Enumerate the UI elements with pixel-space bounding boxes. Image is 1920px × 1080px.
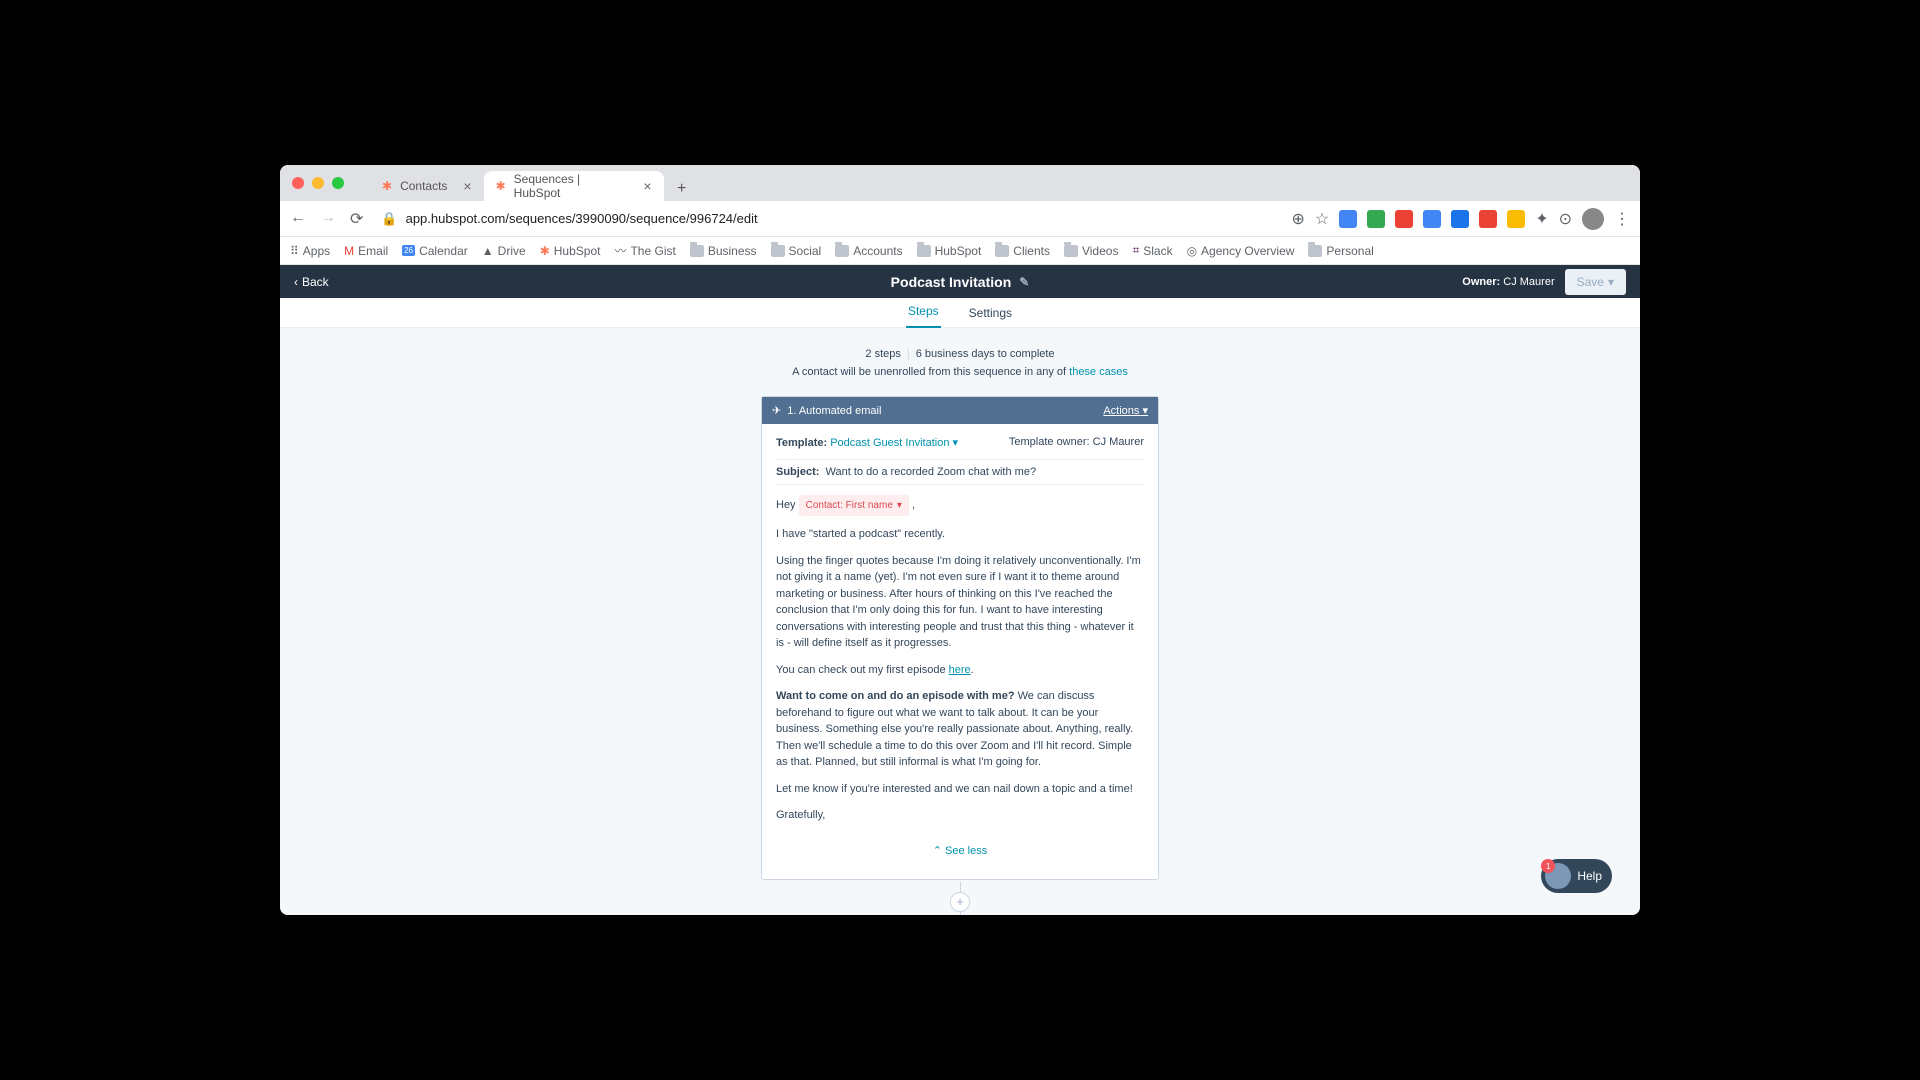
see-less-toggle[interactable]: ⌃ See less xyxy=(776,834,1144,867)
folder-icon xyxy=(690,245,704,257)
bookmark-slack[interactable]: ⌗Slack xyxy=(1132,243,1172,258)
help-label: Help xyxy=(1577,869,1602,883)
pencil-icon[interactable]: ✎ xyxy=(1019,275,1029,289)
browser-menu-icon[interactable]: ⋮ xyxy=(1614,209,1630,229)
extension-icon[interactable] xyxy=(1339,210,1357,228)
browser-tab-contacts[interactable]: ✱ Contacts × xyxy=(370,171,484,201)
folder-icon xyxy=(1064,245,1078,257)
tab-close-icon[interactable]: × xyxy=(463,178,471,194)
bookmark-email[interactable]: MEmail xyxy=(344,244,388,258)
hubspot-icon: ✱ xyxy=(496,179,506,193)
sequence-summary: 2 steps|6 business days to complete xyxy=(761,348,1159,360)
hubspot-icon: ✱ xyxy=(382,179,392,193)
bookmark-hubspot-2[interactable]: HubSpot xyxy=(917,244,982,258)
add-step-button[interactable]: + xyxy=(950,892,970,912)
profile-avatar[interactable] xyxy=(1582,208,1604,230)
folder-icon xyxy=(995,245,1009,257)
extension-icon[interactable] xyxy=(1395,210,1413,228)
tab-close-icon[interactable]: × xyxy=(643,178,651,194)
bookmark-social[interactable]: Social xyxy=(771,244,822,258)
window-titlebar: ✱ Contacts × ✱ Sequences | HubSpot × + xyxy=(280,165,1640,201)
extension-icon[interactable] xyxy=(1507,210,1525,228)
save-button[interactable]: Save ▾ xyxy=(1565,269,1626,295)
tab-settings[interactable]: Settings xyxy=(967,298,1014,328)
traffic-lights xyxy=(292,177,344,189)
bookmark-gist[interactable]: 〰The Gist xyxy=(614,242,675,259)
lock-icon: 🔒 xyxy=(381,211,397,227)
address-bar: ← → ⟳ 🔒 app.hubspot.com/sequences/399009… xyxy=(280,201,1640,237)
chevron-down-icon: ▾ xyxy=(1608,275,1614,289)
owner-display: Owner: CJ Maurer xyxy=(1462,276,1554,288)
unenroll-cases-link[interactable]: these cases xyxy=(1069,366,1128,378)
tab-title: Sequences | HubSpot xyxy=(514,172,628,200)
template-picker[interactable]: Podcast Guest Invitation ▾ xyxy=(830,437,958,449)
bookmark-hubspot[interactable]: ✱HubSpot xyxy=(540,244,601,258)
zoom-icon[interactable]: ⊕ xyxy=(1291,209,1304,229)
minimize-window-button[interactable] xyxy=(312,177,324,189)
episode-link[interactable]: here xyxy=(949,664,971,676)
extensions-puzzle-icon[interactable]: ✦ xyxy=(1535,209,1548,229)
content-area: 2 steps|6 business days to complete A co… xyxy=(280,328,1640,915)
bookmark-business[interactable]: Business xyxy=(690,244,757,258)
bookmark-calendar[interactable]: 26Calendar xyxy=(402,244,468,258)
extension-icon[interactable] xyxy=(1367,210,1385,228)
notification-badge: 1 xyxy=(1541,859,1555,873)
step-1-title: 1. Automated email xyxy=(787,405,881,417)
nav-forward-icon[interactable]: → xyxy=(320,209,336,229)
folder-icon xyxy=(1308,245,1322,257)
maximize-window-button[interactable] xyxy=(332,177,344,189)
browser-tab-sequences[interactable]: ✱ Sequences | HubSpot × xyxy=(484,171,664,201)
personalization-token[interactable]: Contact: First name▾ xyxy=(799,495,909,516)
bookmark-videos[interactable]: Videos xyxy=(1064,244,1118,258)
paper-plane-icon: ✈ xyxy=(772,404,781,417)
back-label: Back xyxy=(302,275,329,289)
sequence-title: Podcast Invitation xyxy=(891,274,1012,290)
loom-icon[interactable]: ⊙ xyxy=(1559,209,1572,229)
new-tab-button[interactable]: + xyxy=(670,177,694,201)
bookmarks-bar: ⠿Apps MEmail 26Calendar ▲Drive ✱HubSpot … xyxy=(280,237,1640,265)
template-label: Template: Podcast Guest Invitation ▾ xyxy=(776,436,958,449)
bookmark-drive[interactable]: ▲Drive xyxy=(482,244,526,258)
help-chat-widget[interactable]: 1 Help xyxy=(1541,859,1612,893)
extension-icon[interactable] xyxy=(1479,210,1497,228)
step-1-header: ✈ 1. Automated email Actions ▾ xyxy=(762,397,1158,424)
folder-icon xyxy=(917,245,931,257)
extension-icon[interactable] xyxy=(1423,210,1441,228)
url-field[interactable]: 🔒 app.hubspot.com/sequences/3990090/sequ… xyxy=(381,211,1281,227)
template-owner: Template owner: CJ Maurer xyxy=(1009,436,1144,449)
apps-icon: ⠿ xyxy=(290,244,299,258)
folder-icon xyxy=(835,245,849,257)
back-button[interactable]: ‹ Back xyxy=(294,275,329,289)
app-header: ‹ Back Podcast Invitation ✎ Owner: CJ Ma… xyxy=(280,265,1640,298)
chevron-down-icon: ▾ xyxy=(897,498,902,513)
email-body-preview[interactable]: Hey Contact: First name▾ , I have "start… xyxy=(776,495,1144,824)
step-1-actions-dropdown[interactable]: Actions ▾ xyxy=(1103,404,1148,417)
bookmark-agency[interactable]: ◎Agency Overview xyxy=(1187,244,1295,258)
chevron-up-icon: ⌃ xyxy=(933,845,942,857)
url-text: app.hubspot.com/sequences/3990090/sequen… xyxy=(406,211,758,226)
bookmark-apps[interactable]: ⠿Apps xyxy=(290,244,330,258)
tab-title: Contacts xyxy=(400,179,447,193)
bookmark-star-icon[interactable]: ☆ xyxy=(1315,209,1329,229)
close-window-button[interactable] xyxy=(292,177,304,189)
nav-reload-icon[interactable]: ⟳ xyxy=(350,209,363,229)
tab-steps[interactable]: Steps xyxy=(906,296,941,329)
help-avatar: 1 xyxy=(1545,863,1571,889)
chevron-down-icon: ▾ xyxy=(953,437,959,449)
step-1-card: ✈ 1. Automated email Actions ▾ Template:… xyxy=(761,396,1159,880)
nav-back-icon[interactable]: ← xyxy=(290,209,306,229)
subject-value: Want to do a recorded Zoom chat with me? xyxy=(826,466,1037,478)
chevron-down-icon: ▾ xyxy=(1142,405,1148,417)
unenroll-notice: A contact will be unenrolled from this s… xyxy=(761,366,1159,378)
bookmark-accounts[interactable]: Accounts xyxy=(835,244,902,258)
bookmark-personal[interactable]: Personal xyxy=(1308,244,1373,258)
subject-row: Subject: Want to do a recorded Zoom chat… xyxy=(776,459,1144,485)
chevron-left-icon: ‹ xyxy=(294,275,298,289)
bookmark-clients[interactable]: Clients xyxy=(995,244,1050,258)
folder-icon xyxy=(771,245,785,257)
extension-icon[interactable] xyxy=(1451,210,1469,228)
sequence-subtabs: Steps Settings xyxy=(280,298,1640,328)
